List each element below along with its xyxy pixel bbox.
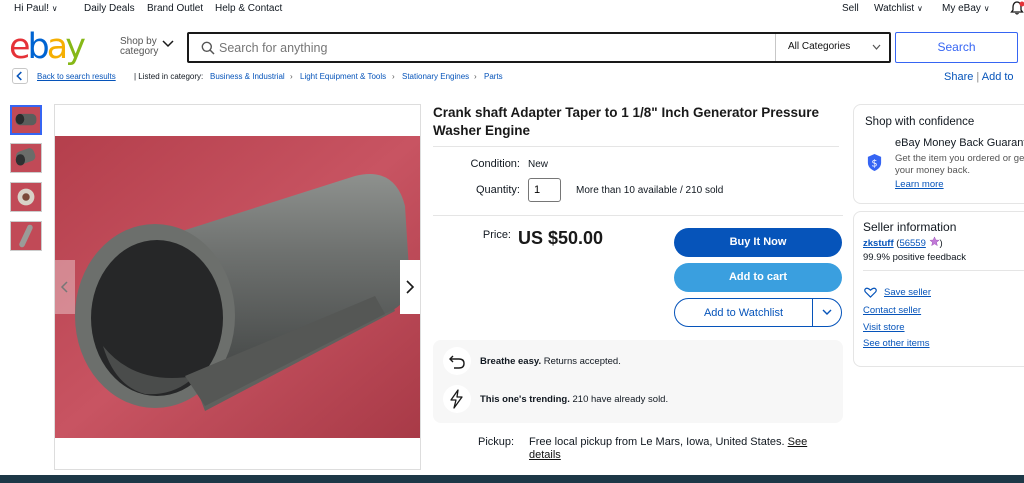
seller-name-link[interactable]: zkstuff <box>863 238 894 249</box>
chevron-right-icon <box>406 280 415 294</box>
breadcrumb-stationary-engines[interactable]: Stationary Engines <box>402 72 469 81</box>
seller-name-row: zkstuff (56559 ) <box>863 236 943 249</box>
image-thumbnail[interactable] <box>10 182 42 212</box>
availability-text: More than 10 available / 210 sold <box>576 185 724 196</box>
back-button[interactable] <box>12 68 28 84</box>
main-image-viewer[interactable] <box>54 104 421 470</box>
seller-rating-link[interactable]: 56559 <box>899 238 925 249</box>
listed-in-label: | Listed in category: <box>134 72 204 81</box>
chevron-left-icon <box>60 281 68 293</box>
shop-by-category-button[interactable]: Shop by category <box>120 37 158 57</box>
svg-text:$: $ <box>871 158 877 169</box>
category-select[interactable]: All Categories <box>775 34 889 61</box>
my-ebay-menu[interactable]: My eBay ∨ <box>942 3 990 14</box>
thumbnail-image <box>15 113 37 126</box>
quantity-label: Quantity: <box>475 184 520 196</box>
shop-with-confidence-panel: Shop with confidence $ eBay Money Back G… <box>853 104 1024 204</box>
thumbnail-image <box>17 188 35 206</box>
condition-value: New <box>528 159 549 170</box>
divider <box>812 299 813 326</box>
logo-letter: e <box>9 27 30 67</box>
image-thumbnail[interactable] <box>10 105 42 135</box>
guarantee-title: eBay Money Back Guarantee <box>895 137 1024 149</box>
image-thumbnail[interactable] <box>10 143 42 173</box>
next-image-button[interactable] <box>400 260 420 314</box>
divider <box>863 270 1024 271</box>
product-photo <box>55 136 420 438</box>
watchlist-menu[interactable]: Watchlist ∨ <box>874 3 923 14</box>
thumbnail-image <box>15 148 36 166</box>
condition-label: Condition: <box>470 158 520 170</box>
guarantee-desc: your money back. <box>895 165 970 176</box>
learn-more-link[interactable]: Learn more <box>895 179 944 190</box>
top-bar: Hi Paul! ∨ Daily Deals Brand Outlet Help… <box>0 0 1024 18</box>
chevron-down-icon: ∨ <box>983 4 990 13</box>
chevron-down-icon: ∨ <box>916 4 923 13</box>
divider <box>433 146 839 147</box>
search-input[interactable] <box>219 39 759 57</box>
breadcrumb-separator-icon: › <box>474 72 477 81</box>
shield-dollar-icon: $ <box>867 154 882 171</box>
chevron-left-icon <box>16 71 22 81</box>
pickup-label: Pickup: <box>478 436 515 448</box>
share-link[interactable]: Share <box>944 71 973 83</box>
search-button[interactable]: Search <box>895 32 1018 63</box>
item-title: Crank shaft Adapter Taper to 1 1/8" Inch… <box>433 105 820 138</box>
help-contact-link[interactable]: Help & Contact <box>215 3 282 14</box>
search-bar: All Categories <box>187 32 891 63</box>
daily-deals-link[interactable]: Daily Deals <box>84 3 135 14</box>
visit-store-link[interactable]: Visit store <box>863 322 905 333</box>
chevron-down-icon: ∨ <box>51 4 58 13</box>
brand-outlet-link[interactable]: Brand Outlet <box>147 3 203 14</box>
previous-image-button[interactable] <box>55 260 75 314</box>
price-value: US $50.00 <box>518 228 604 248</box>
share-actions: Share | Add to <box>944 71 1014 83</box>
logo-letter: y <box>65 27 86 67</box>
seller-information-panel: Seller information zkstuff (56559 ) 99.9… <box>853 211 1024 367</box>
heart-icon[interactable] <box>864 287 877 298</box>
logo-letter: b <box>27 27 50 67</box>
greeting-menu[interactable]: Hi Paul! ∨ <box>14 3 58 14</box>
sell-link[interactable]: Sell <box>842 3 859 14</box>
breadcrumb: Back to search results | Listed in categ… <box>12 67 932 85</box>
price-label: Price: <box>482 229 511 241</box>
chevron-down-icon[interactable] <box>822 309 832 316</box>
panel-title: Seller information <box>863 220 957 234</box>
image-thumbnail[interactable] <box>10 221 42 251</box>
chevron-down-icon <box>872 44 881 50</box>
highlights-panel: Breathe easy. Returns accepted. This one… <box>433 340 843 423</box>
buy-it-now-button[interactable]: Buy It Now <box>674 228 842 257</box>
watchlist-label: Add to Watchlist <box>703 307 784 319</box>
pickup-info: Free local pickup from Le Mars, Iowa, Un… <box>529 436 808 461</box>
back-to-search-link[interactable]: Back to search results <box>37 72 116 81</box>
guarantee-desc: Get the item you ordered or get <box>895 153 1024 164</box>
add-to-watchlist-button[interactable]: Add to Watchlist <box>674 298 842 327</box>
ebay-logo[interactable]: ebay <box>9 27 86 67</box>
return-arrow-icon <box>449 355 465 369</box>
chevron-down-icon[interactable] <box>162 40 174 48</box>
os-taskbar <box>0 475 1024 483</box>
add-to-link[interactable]: Add to <box>982 71 1014 83</box>
quantity-input[interactable] <box>528 178 561 202</box>
panel-title: Shop with confidence <box>865 116 975 128</box>
breadcrumb-light-equipment[interactable]: Light Equipment & Tools <box>300 72 386 81</box>
search-icon <box>201 41 215 55</box>
breadcrumb-separator-icon: › <box>290 72 293 81</box>
breadcrumb-business-industrial[interactable]: Business & Industrial <box>210 72 285 81</box>
add-to-cart-button[interactable]: Add to cart <box>674 263 842 292</box>
contact-seller-link[interactable]: Contact seller <box>863 305 921 316</box>
save-seller-link[interactable]: Save seller <box>884 287 931 298</box>
notification-bell-icon[interactable] <box>1010 1 1024 15</box>
see-other-items-link[interactable]: See other items <box>863 338 930 349</box>
logo-letter: a <box>46 27 69 67</box>
star-icon <box>928 236 940 247</box>
breadcrumb-parts[interactable]: Parts <box>484 72 503 81</box>
divider <box>433 215 843 216</box>
thumbnail-image <box>19 224 33 248</box>
lightning-icon <box>450 389 463 409</box>
positive-feedback: 99.9% positive feedback <box>863 252 966 263</box>
breadcrumb-separator-icon: › <box>392 72 395 81</box>
